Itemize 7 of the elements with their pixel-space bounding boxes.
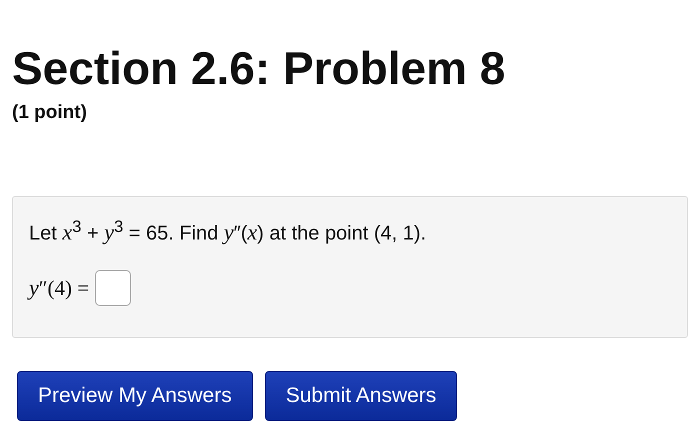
point-value: (1 point): [12, 102, 87, 124]
problem-title: Section 2.6: Problem 8: [12, 41, 506, 96]
answer-field[interactable]: [95, 270, 132, 306]
problem-statement: Let x$^{3}$ + y$^{3}$ = 65. Find y″(x) at the point (4, 1).: [29, 217, 426, 246]
submit-button[interactable]: Submit Answers: [264, 371, 458, 421]
answer-label: y″(4) =: [29, 274, 90, 301]
submit-button[interactable]: Preview My Answers: [17, 371, 253, 421]
